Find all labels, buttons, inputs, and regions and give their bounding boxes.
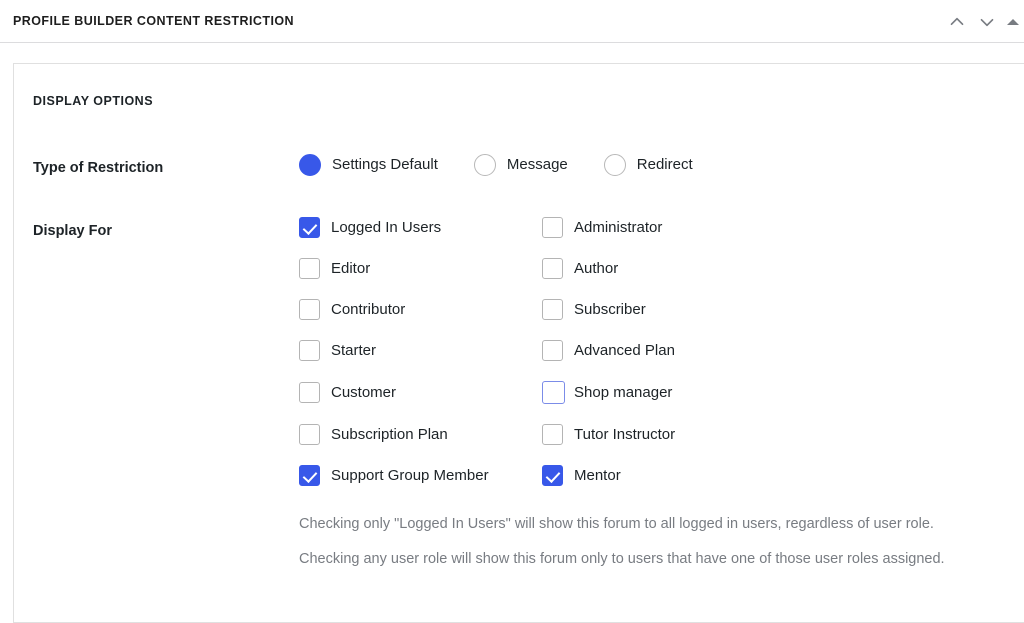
checkbox-author[interactable]: Author: [542, 258, 1024, 279]
checkbox-mark-icon: [299, 465, 320, 486]
checkbox-mark-icon: [299, 382, 320, 403]
checkbox-mark-icon: [299, 299, 320, 320]
checkbox-customer[interactable]: Customer: [299, 381, 542, 404]
field-row-display-for: Display For Logged In Users Administrato…: [33, 217, 1024, 570]
help-line: Checking any user role will show this fo…: [299, 551, 945, 567]
checkbox-contributor[interactable]: Contributor: [299, 299, 542, 320]
checkbox-label: Author: [574, 260, 619, 277]
checkbox-advanced-plan[interactable]: Advanced Plan: [542, 340, 1024, 361]
checkbox-label: Shop manager: [574, 384, 673, 401]
checkbox-mark-icon: [542, 258, 563, 279]
checkbox-administrator[interactable]: Administrator: [542, 217, 1024, 238]
radio-mark-icon: [603, 154, 626, 176]
metabox-header-controls: [942, 0, 1024, 43]
radio-group-type-of-restriction: Settings Default Message Redirect: [299, 154, 1024, 176]
radio-message[interactable]: Message: [473, 154, 568, 176]
checkbox-grid-display-for: Logged In Users Administrator Editor Aut…: [299, 217, 1024, 486]
checkbox-subscription-plan[interactable]: Subscription Plan: [299, 424, 542, 445]
checkbox-mark-icon: [542, 217, 563, 238]
checkbox-mark-icon: [299, 258, 320, 279]
radio-label: Redirect: [636, 156, 693, 173]
field-row-type-of-restriction: Type of Restriction Settings Default Mes…: [33, 154, 1024, 179]
checkbox-shop-manager[interactable]: Shop manager: [542, 381, 1024, 404]
checkbox-label: Administrator: [574, 219, 663, 236]
checkbox-label: Contributor: [331, 301, 406, 318]
checkbox-label: Mentor: [574, 467, 621, 484]
checkbox-mark-icon: [299, 217, 320, 238]
checkbox-mark-icon: [542, 465, 563, 486]
checkbox-logged-in-users[interactable]: Logged In Users: [299, 217, 542, 238]
checkbox-label: Logged In Users: [331, 219, 442, 236]
checkbox-mentor[interactable]: Mentor: [542, 465, 1024, 486]
checkbox-mark-icon: [542, 424, 563, 445]
checkbox-mark-icon: [299, 424, 320, 445]
checkbox-mark-icon: [542, 340, 563, 361]
checkbox-mark-icon: [299, 340, 320, 361]
checkbox-label: Starter: [331, 342, 377, 359]
display-options-card: DISPLAY OPTIONS Type of Restriction Sett…: [13, 63, 1024, 623]
metabox-header: PROFILE BUILDER CONTENT RESTRICTION: [0, 0, 1024, 43]
checkbox-subscriber[interactable]: Subscriber: [542, 299, 1024, 320]
label-display-for: Display For: [33, 223, 112, 239]
display-for-help-text: Checking only "Logged In Users" will sho…: [299, 513, 1024, 570]
checkbox-support-group-member[interactable]: Support Group Member: [299, 465, 542, 486]
radio-redirect[interactable]: Redirect: [603, 154, 693, 176]
checkbox-editor[interactable]: Editor: [299, 258, 542, 279]
move-down-icon[interactable]: [972, 7, 1002, 37]
metabox-title: PROFILE BUILDER CONTENT RESTRICTION: [13, 14, 295, 28]
checkbox-tutor-instructor[interactable]: Tutor Instructor: [542, 424, 1024, 445]
radio-label: Settings Default: [332, 156, 438, 173]
checkbox-mark-icon: [542, 381, 565, 404]
radio-mark-icon: [473, 154, 496, 176]
checkbox-label: Support Group Member: [331, 467, 489, 484]
toggle-panel-icon[interactable]: [1002, 7, 1024, 37]
radio-label: Message: [506, 156, 568, 173]
checkbox-label: Subscriber: [574, 301, 646, 318]
checkbox-starter[interactable]: Starter: [299, 340, 542, 361]
radio-settings-default[interactable]: Settings Default: [299, 154, 438, 176]
checkbox-label: Customer: [331, 384, 397, 401]
move-up-icon[interactable]: [942, 7, 972, 37]
help-line: Checking only "Logged In Users" will sho…: [299, 516, 934, 532]
checkbox-label: Subscription Plan: [331, 426, 448, 443]
section-heading-display-options: DISPLAY OPTIONS: [33, 94, 154, 108]
checkbox-label: Advanced Plan: [574, 342, 675, 359]
checkbox-label: Editor: [331, 260, 371, 277]
label-type-of-restriction: Type of Restriction: [33, 160, 164, 176]
radio-mark-icon: [299, 154, 321, 176]
checkbox-mark-icon: [542, 299, 563, 320]
checkbox-label: Tutor Instructor: [574, 426, 676, 443]
